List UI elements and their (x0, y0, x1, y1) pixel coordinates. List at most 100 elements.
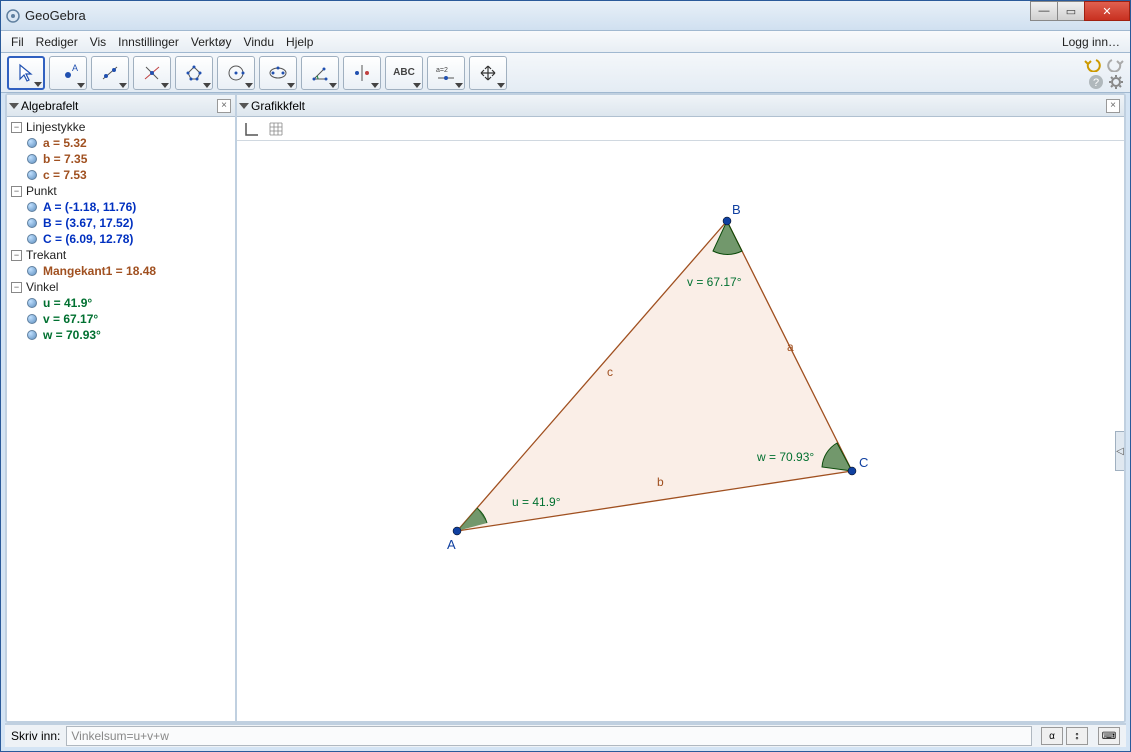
tool-move[interactable] (7, 56, 45, 90)
tool-angle[interactable] (301, 56, 339, 90)
visibility-icon[interactable] (27, 266, 37, 276)
triangle-drawing: A B C a b c u = 41.9° v = 67.17° w = 70.… (237, 141, 1117, 721)
move-view-icon (478, 63, 498, 83)
svg-text:a: a (787, 340, 794, 354)
group-linjestykke[interactable]: −Linjestykke (7, 119, 235, 135)
perpendicular-icon (142, 63, 162, 83)
side-grip[interactable]: ◁ (1115, 431, 1125, 471)
visibility-icon[interactable] (27, 234, 37, 244)
item-mangekant[interactable]: Mangekant1 = 18.48 (7, 263, 235, 279)
input-bar: Skriv inn: α ⦂ ⌨ (5, 723, 1126, 747)
polygon-icon (184, 63, 204, 83)
help-icon[interactable]: ? (1088, 74, 1104, 90)
item-v[interactable]: v = 67.17° (7, 311, 235, 327)
point-icon: A (58, 63, 78, 83)
menu-vis[interactable]: Vis (84, 35, 112, 49)
svg-text:A: A (447, 537, 456, 552)
svg-text:b: b (657, 475, 664, 489)
undo-button[interactable] (1084, 56, 1102, 72)
graphics-panel: Grafikkfelt × (237, 95, 1124, 721)
tool-reflect[interactable] (343, 56, 381, 90)
item-w[interactable]: w = 70.93° (7, 327, 235, 343)
visibility-icon[interactable] (27, 298, 37, 308)
algebra-panel-title: Algebrafelt (21, 99, 78, 113)
svg-text:?: ? (1093, 77, 1099, 89)
group-vinkel[interactable]: −Vinkel (7, 279, 235, 295)
slider-icon: a=2 (434, 63, 458, 83)
toolbar-right: ? (1084, 56, 1124, 90)
main-body: Algebrafelt × −Linjestykke a = 5.32 b = … (5, 93, 1126, 723)
algebra-tree: −Linjestykke a = 5.32 b = 7.35 c = 7.53 … (7, 117, 235, 345)
item-point-c[interactable]: C = (6.09, 12.78) (7, 231, 235, 247)
svg-text:C: C (859, 455, 868, 470)
item-c[interactable]: c = 7.53 (7, 167, 235, 183)
alpha-button[interactable]: α (1041, 727, 1063, 745)
menu-vindu[interactable]: Vindu (238, 35, 280, 49)
algebra-panel-header[interactable]: Algebrafelt × (7, 95, 235, 117)
keyboard-button[interactable]: ⌨ (1098, 727, 1120, 745)
tool-perpendicular[interactable] (133, 56, 171, 90)
line-icon (100, 63, 120, 83)
tool-polygon[interactable] (175, 56, 213, 90)
algebra-panel: Algebrafelt × −Linjestykke a = 5.32 b = … (7, 95, 237, 721)
graphics-panel-title: Grafikkfelt (251, 99, 305, 113)
svg-text:v = 67.17°: v = 67.17° (687, 275, 742, 289)
cursor-icon (16, 63, 36, 83)
tool-point[interactable]: A (49, 56, 87, 90)
visibility-icon[interactable] (27, 138, 37, 148)
window-controls: — ▭ ✕ (1031, 1, 1130, 21)
tool-text[interactable]: ABC (385, 56, 423, 90)
tool-ellipse[interactable] (259, 56, 297, 90)
app-window: GeoGebra — ▭ ✕ Fil Rediger Vis Innstilli… (0, 0, 1131, 752)
svg-text:a=2: a=2 (436, 67, 448, 74)
item-b[interactable]: b = 7.35 (7, 151, 235, 167)
graphics-panel-header[interactable]: Grafikkfelt × (237, 95, 1124, 117)
svg-text:A: A (72, 63, 78, 73)
grid-toggle[interactable] (267, 120, 285, 138)
group-punkt[interactable]: −Punkt (7, 183, 235, 199)
collapse-icon (9, 103, 19, 109)
visibility-icon[interactable] (27, 330, 37, 340)
visibility-icon[interactable] (27, 218, 37, 228)
input-label: Skriv inn: (11, 729, 60, 743)
maximize-button[interactable]: ▭ (1057, 1, 1085, 21)
menu-innstillinger[interactable]: Innstillinger (112, 35, 185, 49)
graphics-canvas[interactable]: A B C a b c u = 41.9° v = 67.17° w = 70.… (237, 141, 1124, 721)
settings-icon[interactable] (1108, 74, 1124, 90)
toolbar: A ABC a=2 ? (1, 53, 1130, 93)
login-link[interactable]: Logg inn… (1056, 35, 1126, 49)
tool-line[interactable] (91, 56, 129, 90)
visibility-icon[interactable] (27, 170, 37, 180)
visibility-icon[interactable] (27, 202, 37, 212)
graphics-toolbar (237, 117, 1124, 141)
item-u[interactable]: u = 41.9° (7, 295, 235, 311)
visibility-icon[interactable] (27, 314, 37, 324)
circle-icon (226, 63, 246, 83)
item-point-a[interactable]: A = (-1.18, 11.76) (7, 199, 235, 215)
menubar: Fil Rediger Vis Innstillinger Verktøy Vi… (1, 31, 1130, 53)
menu-rediger[interactable]: Rediger (30, 35, 84, 49)
svg-text:w = 70.93°: w = 70.93° (756, 450, 814, 464)
algebra-close-button[interactable]: × (217, 99, 231, 113)
ellipse-icon (268, 63, 288, 83)
app-icon (5, 8, 21, 24)
axes-toggle[interactable] (243, 120, 261, 138)
titlebar: GeoGebra — ▭ ✕ (1, 1, 1130, 31)
menu-fil[interactable]: Fil (5, 35, 30, 49)
item-a[interactable]: a = 5.32 (7, 135, 235, 151)
tool-circle[interactable] (217, 56, 255, 90)
menu-verktoy[interactable]: Verktøy (185, 35, 238, 49)
item-point-b[interactable]: B = (3.67, 17.52) (7, 215, 235, 231)
minimize-button[interactable]: — (1030, 1, 1058, 21)
command-input[interactable] (66, 726, 1032, 746)
menu-hjelp[interactable]: Hjelp (280, 35, 319, 49)
dropdown-button[interactable]: ⦂ (1066, 727, 1088, 745)
tool-slider[interactable]: a=2 (427, 56, 465, 90)
close-button[interactable]: ✕ (1084, 1, 1130, 21)
visibility-icon[interactable] (27, 154, 37, 164)
group-trekant[interactable]: −Trekant (7, 247, 235, 263)
graphics-close-button[interactable]: × (1106, 99, 1120, 113)
collapse-icon (239, 103, 249, 109)
tool-move-view[interactable] (469, 56, 507, 90)
redo-button[interactable] (1106, 56, 1124, 72)
